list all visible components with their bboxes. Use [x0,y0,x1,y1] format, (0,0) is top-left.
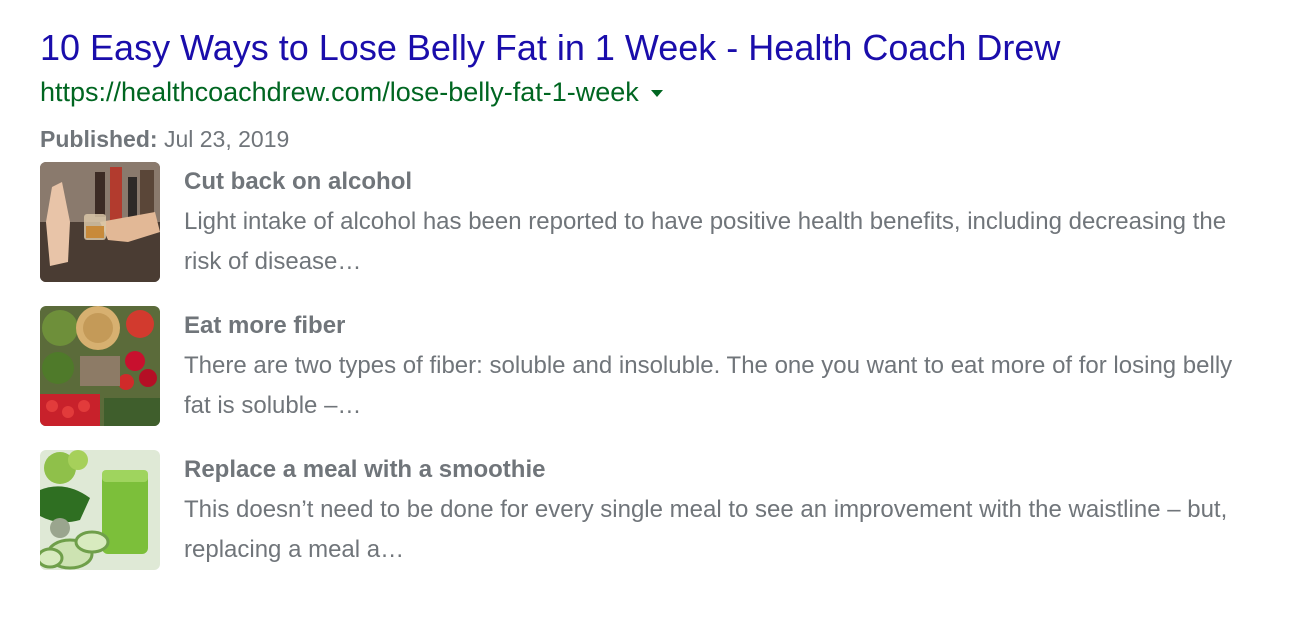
result-subitems: Cut back on alcohol Light intake of alco… [40,162,1270,594]
item-text: Eat more fiber There are two types of fi… [184,306,1259,450]
published-label: Published: [40,126,158,152]
item-title[interactable]: Replace a meal with a smoothie [184,452,1259,488]
item-snippet: Light intake of alcohol has been reporte… [184,208,1227,275]
item-title[interactable]: Eat more fiber [184,308,1259,344]
search-result: 10 Easy Ways to Lose Belly Fat in 1 Week… [40,24,1270,594]
green-smoothie-thumbnail-image[interactable] [40,450,160,570]
url-dropdown-arrow-icon[interactable] [650,90,663,97]
list-item: Replace a meal with a smoothie This does… [40,450,1270,594]
fiber-foods-thumbnail-image[interactable] [40,306,160,426]
item-text: Cut back on alcohol Light intake of alco… [184,162,1259,306]
result-url[interactable]: https://healthcoachdrew.com/lose-belly-f… [40,72,639,112]
result-url-row: https://healthcoachdrew.com/lose-belly-f… [40,72,1270,112]
published-date: Jul 23, 2019 [163,126,290,152]
item-title[interactable]: Cut back on alcohol [184,164,1259,200]
item-snippet: This doesn’t need to be done for every s… [184,496,1228,563]
result-title-link[interactable]: 10 Easy Ways to Lose Belly Fat in 1 Week… [40,24,1270,72]
item-text: Replace a meal with a smoothie This does… [184,450,1259,594]
list-item: Cut back on alcohol Light intake of alco… [40,162,1270,306]
published-line: Published: Jul 23, 2019 [40,124,1270,154]
item-snippet: There are two types of fiber: soluble an… [184,352,1233,419]
alcohol-thumbnail-image[interactable] [40,162,160,282]
list-item: Eat more fiber There are two types of fi… [40,306,1270,450]
